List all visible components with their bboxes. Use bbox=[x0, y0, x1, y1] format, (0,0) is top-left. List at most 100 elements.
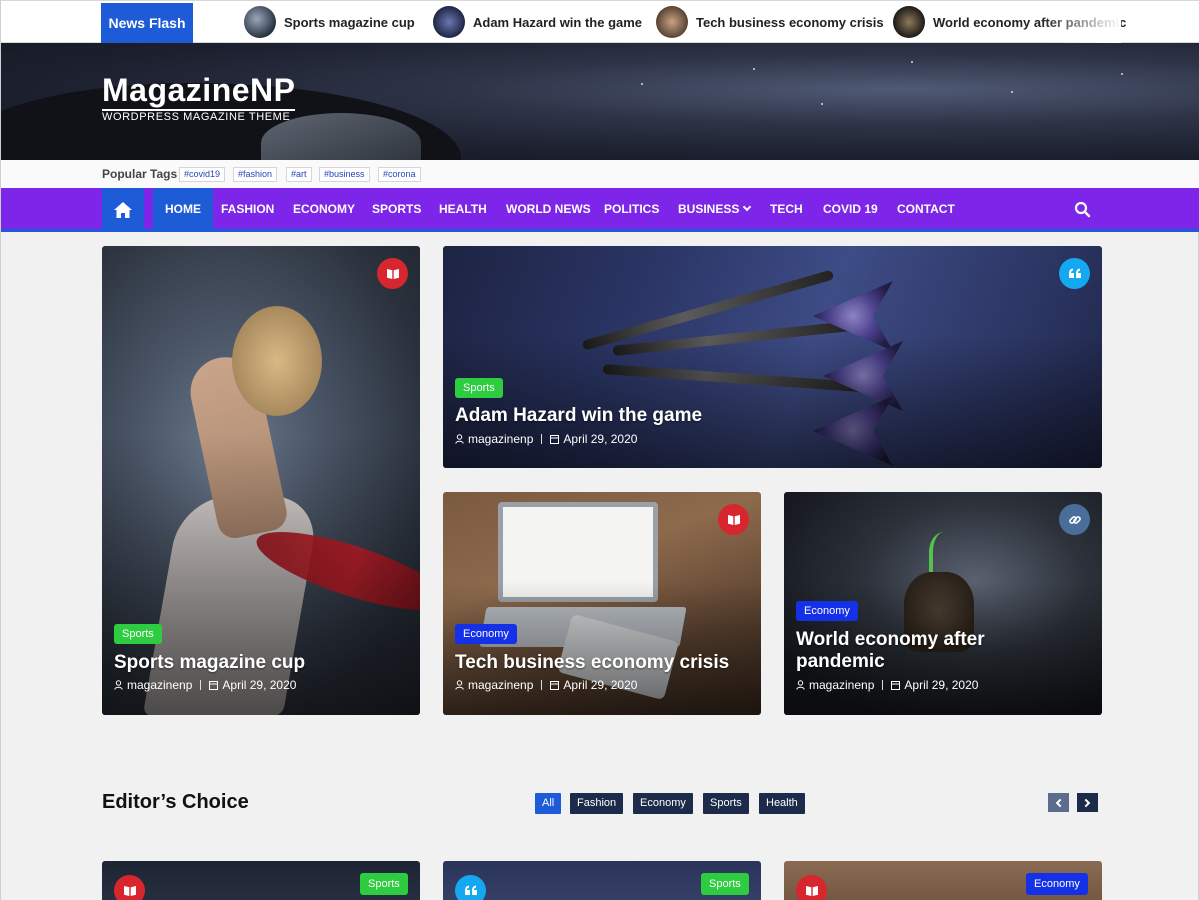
category-badge[interactable]: Sports bbox=[360, 873, 408, 895]
next-button[interactable] bbox=[1077, 793, 1098, 812]
filter-sports[interactable]: Sports bbox=[703, 793, 749, 814]
category-badge[interactable]: Economy bbox=[455, 624, 517, 644]
news-flash-bar: News Flash Sports magazine cup Adam Haza… bbox=[1, 0, 1199, 43]
card-title[interactable]: Tech business economy crisis bbox=[455, 652, 755, 674]
meta-divider bbox=[882, 680, 884, 690]
book-icon bbox=[114, 875, 145, 900]
nav-fashion[interactable]: FASHION bbox=[209, 188, 286, 232]
home-icon-button[interactable] bbox=[102, 188, 144, 232]
thumbnail-image bbox=[656, 6, 688, 38]
star bbox=[821, 103, 823, 105]
post-date[interactable]: April 29, 2020 bbox=[563, 678, 637, 692]
popular-tags-bar: Popular Tags #covid19 #fashion #art #bus… bbox=[1, 160, 1199, 188]
site-title[interactable]: MagazineNP bbox=[102, 71, 296, 111]
thumbnail-image bbox=[433, 6, 465, 38]
nav-home[interactable]: HOME bbox=[153, 188, 213, 232]
quote-icon bbox=[455, 875, 486, 900]
news-flash-label: News Flash bbox=[101, 3, 193, 43]
tag-corona[interactable]: #corona bbox=[378, 167, 421, 182]
nav-business[interactable]: BUSINESS bbox=[666, 188, 762, 232]
nav-health[interactable]: HEALTH bbox=[427, 188, 499, 232]
category-badge[interactable]: Economy bbox=[796, 601, 858, 621]
featured-card[interactable]: Economy Tech business economy crisis mag… bbox=[443, 492, 761, 715]
card-title[interactable]: World economy after pandemic bbox=[796, 629, 1046, 673]
author-name[interactable]: magazinenp bbox=[468, 678, 533, 692]
card-meta: magazinenp April 29, 2020 bbox=[796, 678, 978, 692]
dancer-figure bbox=[232, 306, 322, 416]
link-icon bbox=[1059, 504, 1090, 535]
chevron-down-icon bbox=[743, 202, 752, 212]
news-flash-title: Sports magazine cup bbox=[284, 14, 415, 30]
nav-world-news[interactable]: WORLD NEWS bbox=[494, 188, 603, 232]
quote-icon bbox=[1059, 258, 1090, 289]
category-badge[interactable]: Sports bbox=[114, 624, 162, 644]
meta-divider bbox=[200, 680, 202, 690]
nav-tech[interactable]: TECH bbox=[758, 188, 815, 232]
book-icon bbox=[718, 504, 749, 535]
user-icon bbox=[455, 680, 464, 690]
news-flash-item[interactable]: Tech business economy crisis bbox=[656, 6, 884, 38]
news-flash-title: Tech business economy crisis bbox=[696, 14, 884, 30]
home-icon bbox=[114, 202, 132, 218]
user-icon bbox=[455, 434, 464, 444]
nav-sports[interactable]: SPORTS bbox=[360, 188, 433, 232]
featured-card[interactable]: Sports Adam Hazard win the game magazine… bbox=[443, 246, 1102, 468]
card-shade bbox=[443, 334, 1102, 468]
featured-card[interactable]: Sports Sports magazine cup magazinenp Ap… bbox=[102, 246, 420, 715]
thumbnail-image bbox=[893, 6, 925, 38]
post-date[interactable]: April 29, 2020 bbox=[904, 678, 978, 692]
filter-all[interactable]: All bbox=[535, 793, 562, 814]
star bbox=[911, 61, 913, 63]
editors-choice-card[interactable]: Sports bbox=[102, 861, 420, 900]
post-date[interactable]: April 29, 2020 bbox=[222, 678, 296, 692]
tag-art[interactable]: #art bbox=[286, 167, 312, 182]
calendar-icon bbox=[550, 681, 560, 690]
editors-choice-card[interactable]: Sports bbox=[443, 861, 761, 900]
meta-divider bbox=[541, 434, 543, 444]
plant-sprout bbox=[929, 532, 959, 572]
nav-contact[interactable]: CONTACT bbox=[885, 188, 967, 232]
meta-divider bbox=[541, 680, 543, 690]
user-icon bbox=[796, 680, 805, 690]
calendar-icon bbox=[209, 681, 219, 690]
site-tagline: WORDPRESS MAGAZINE THEME bbox=[102, 111, 291, 123]
card-meta: magazinenp April 29, 2020 bbox=[114, 678, 296, 692]
tag-fashion[interactable]: #fashion bbox=[233, 167, 278, 182]
featured-card[interactable]: Economy World economy after pandemic mag… bbox=[784, 492, 1102, 715]
filter-health[interactable]: Health bbox=[759, 793, 805, 814]
tag-business[interactable]: #business bbox=[319, 167, 370, 182]
filter-fashion[interactable]: Fashion bbox=[570, 793, 624, 814]
nav-economy[interactable]: ECONOMY bbox=[281, 188, 367, 232]
nav-covid-19[interactable]: COVID 19 bbox=[811, 188, 890, 232]
post-date[interactable]: April 29, 2020 bbox=[563, 432, 637, 446]
chevron-right-icon bbox=[1081, 798, 1091, 807]
author-name[interactable]: magazinenp bbox=[809, 678, 874, 692]
card-title[interactable]: Adam Hazard win the game bbox=[455, 405, 1085, 427]
category-badge[interactable]: Sports bbox=[701, 873, 749, 895]
nav-politics[interactable]: POLITICS bbox=[592, 188, 671, 232]
card-title[interactable]: Sports magazine cup bbox=[114, 652, 414, 674]
filter-economy[interactable]: Economy bbox=[633, 793, 693, 814]
author-name[interactable]: magazinenp bbox=[468, 432, 533, 446]
news-flash-item[interactable]: Sports magazine cup bbox=[244, 6, 415, 38]
card-meta: magazinenp April 29, 2020 bbox=[455, 432, 637, 446]
section-title: Editor’s Choice bbox=[102, 791, 249, 813]
search-icon bbox=[1074, 201, 1091, 218]
search-button[interactable] bbox=[1073, 200, 1093, 220]
star bbox=[1011, 91, 1013, 93]
news-flash-item[interactable]: Adam Hazard win the game bbox=[433, 6, 642, 38]
calendar-icon bbox=[550, 435, 560, 444]
popular-tags-label: Popular Tags bbox=[102, 167, 178, 181]
author-name[interactable]: magazinenp bbox=[127, 678, 192, 692]
category-badge[interactable]: Economy bbox=[1026, 873, 1088, 895]
header-banner: MagazineNP WORDPRESS MAGAZINE THEME bbox=[1, 43, 1199, 160]
card-shade bbox=[443, 581, 761, 715]
category-badge[interactable]: Sports bbox=[455, 378, 503, 398]
main-nav: HOME FASHION ECONOMY SPORTS HEALTH WORLD… bbox=[1, 188, 1199, 232]
tag-covid19[interactable]: #covid19 bbox=[179, 167, 226, 182]
card-meta: magazinenp April 29, 2020 bbox=[455, 678, 637, 692]
book-icon bbox=[796, 875, 827, 900]
star bbox=[641, 83, 643, 85]
editors-choice-card[interactable]: Economy bbox=[784, 861, 1102, 900]
prev-button[interactable] bbox=[1048, 793, 1069, 812]
